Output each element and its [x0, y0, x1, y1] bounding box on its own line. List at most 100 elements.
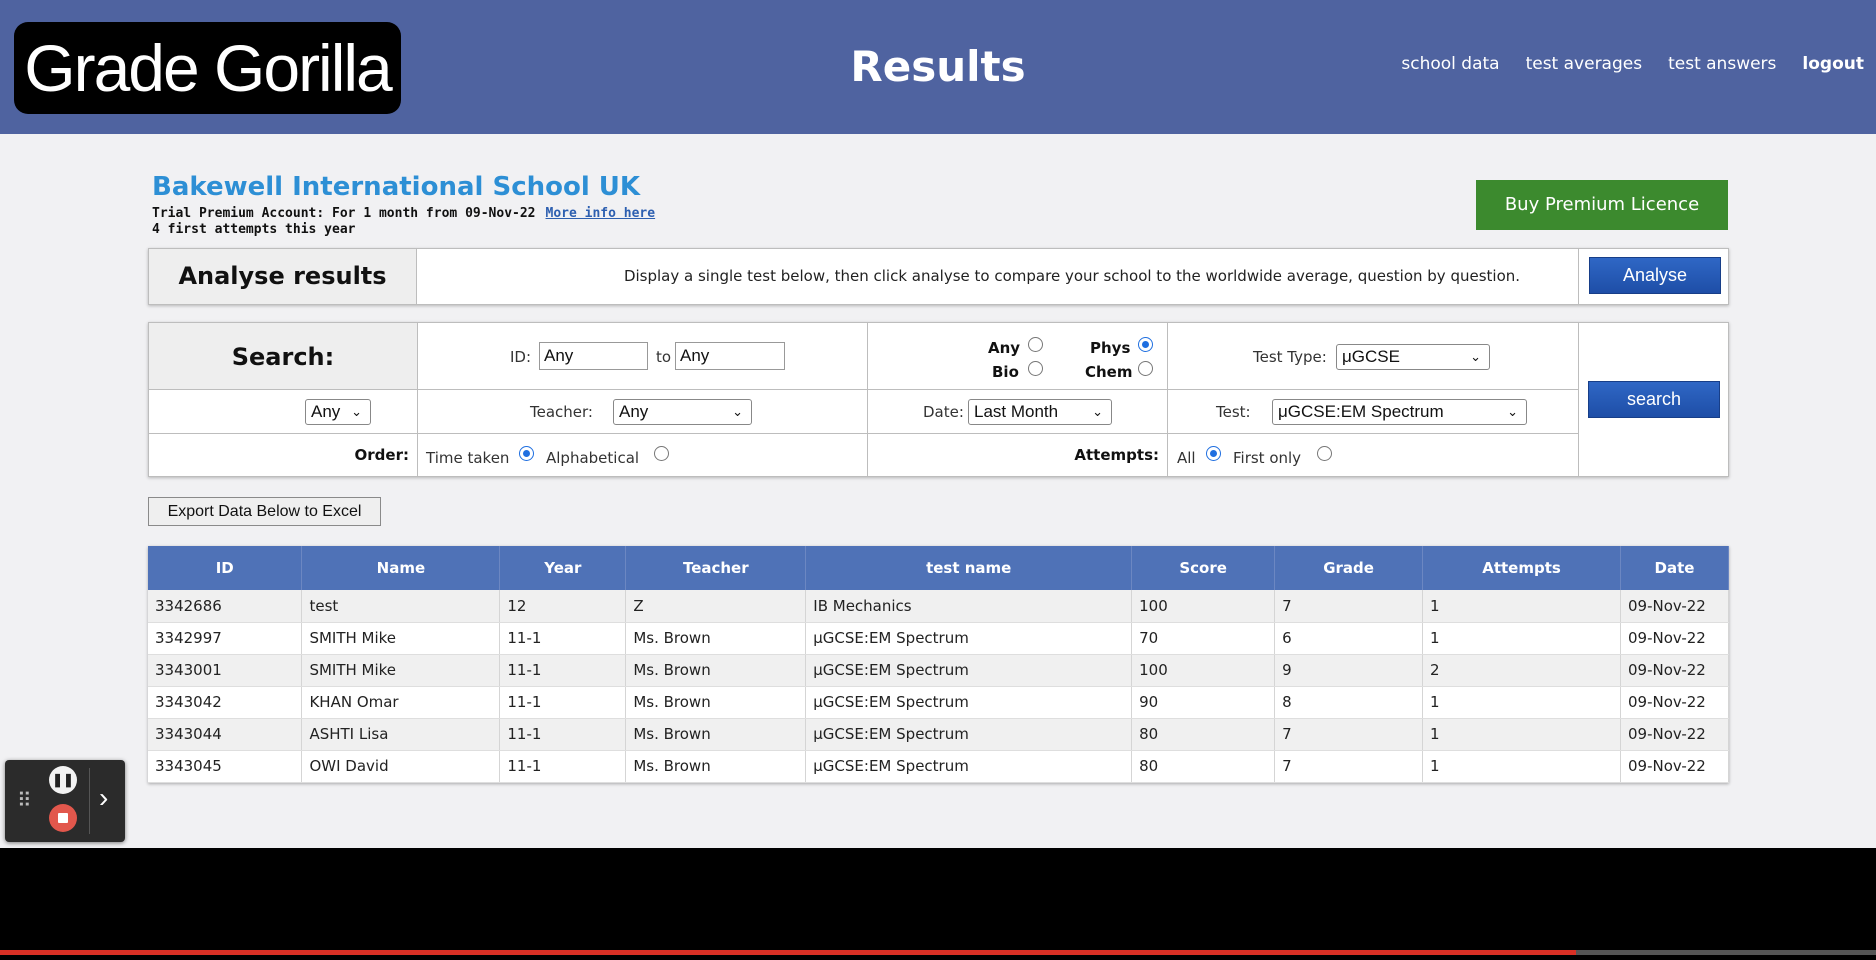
attempts-all-radio[interactable]	[1206, 446, 1221, 461]
cell-name: OWI David	[301, 750, 501, 783]
subject-any-radio[interactable]	[1028, 337, 1043, 352]
cell-test-name: μGCSE:EM Spectrum	[805, 686, 1133, 719]
analyse-panel: Analyse results Display a single test be…	[148, 248, 1729, 305]
col-attempts[interactable]: Attempts	[1422, 546, 1621, 590]
video-progress-bar[interactable]	[0, 950, 1876, 955]
col-test-name[interactable]: test name	[805, 546, 1133, 590]
cell-score: 100	[1131, 654, 1276, 687]
search-panel: Search: ID: Any to Any Any Phys Bio Chem…	[148, 322, 1729, 477]
chevron-down-icon: ⌄	[1092, 404, 1103, 419]
cell-name: ASHTI Lisa	[301, 718, 501, 751]
order-alpha-label: Alphabetical	[546, 449, 640, 467]
analyse-button[interactable]: Analyse	[1589, 257, 1721, 294]
table-row[interactable]: 3343001 SMITH Mike 11-1 Ms. Brown μGCSE:EM S…	[148, 654, 1730, 687]
table-row[interactable]: 3343044 ASHTI Lisa 11-1 Ms. Brown μGCSE:EM S…	[148, 718, 1730, 751]
chevron-down-icon: ⌄	[1507, 404, 1518, 419]
cell-attempts: 1	[1422, 686, 1621, 719]
cell-date: 09-Nov-22	[1620, 686, 1730, 719]
table-row[interactable]: 3343042 KHAN Omar 11-1 Ms. Brown μGCSE:EM Sp…	[148, 686, 1730, 719]
col-score[interactable]: Score	[1131, 546, 1276, 590]
test-cell: Test: μGCSE:EM Spectrum ⌄	[1168, 390, 1579, 434]
cell-attempts: 1	[1422, 718, 1621, 751]
export-excel-button[interactable]: Export Data Below to Excel	[148, 497, 381, 526]
year-value: Any	[311, 402, 341, 421]
test-type-value: μGCSE	[1342, 347, 1400, 366]
cell-grade: 9	[1274, 654, 1424, 687]
school-name: Bakewell International School UK	[152, 172, 641, 202]
attempts-cell: All First only	[1168, 434, 1579, 477]
cell-score: 90	[1131, 686, 1276, 719]
col-teacher[interactable]: Teacher	[625, 546, 807, 590]
date-select[interactable]: Last Month ⌄	[968, 399, 1112, 425]
col-year[interactable]: Year	[499, 546, 627, 590]
subject-bio-radio[interactable]	[1028, 361, 1043, 376]
cell-teacher: Ms. Brown	[625, 622, 807, 655]
cell-attempts: 1	[1422, 622, 1621, 655]
attempts-first-radio[interactable]	[1317, 446, 1332, 461]
test-type-cell: Test Type: μGCSE ⌄	[1168, 323, 1579, 390]
cell-date: 09-Nov-22	[1620, 718, 1730, 751]
col-name[interactable]: Name	[301, 546, 501, 590]
col-id[interactable]: ID	[148, 546, 303, 590]
teacher-label: Teacher:	[530, 403, 593, 421]
table-row[interactable]: 3343045 OWI David 11-1 Ms. Brown μGCSE:EM Sp…	[148, 750, 1730, 783]
table-row[interactable]: 3342686 test 12 Z IB Mechanics 100 7 1 09-Nov-22	[148, 590, 1730, 623]
cell-attempts: 2	[1422, 654, 1621, 687]
cell-name: KHAN Omar	[301, 686, 501, 719]
cell-test-name: μGCSE:EM Spectrum	[805, 750, 1133, 783]
teacher-cell: Teacher: Any ⌄	[418, 390, 868, 434]
nav-school-data[interactable]: school data	[1401, 54, 1499, 74]
cell-id: 3343045	[148, 750, 303, 783]
cell-year: 11-1	[499, 622, 627, 655]
cell-score: 100	[1131, 590, 1276, 623]
cell-grade: 7	[1274, 718, 1424, 751]
date-label: Date:	[923, 403, 964, 421]
chevron-down-icon: ⌄	[351, 404, 362, 419]
order-time-radio[interactable]	[519, 446, 534, 461]
nav-test-answers[interactable]: test answers	[1668, 54, 1776, 74]
more-info-link[interactable]: More info here	[546, 206, 656, 221]
table-row[interactable]: 3342997 SMITH Mike 11-1 Ms. Brown μGCSE:EM S…	[148, 622, 1730, 655]
attempts-first-label: First only	[1233, 449, 1302, 467]
chevron-right-icon[interactable]: ›	[99, 782, 108, 814]
subject-phys-radio[interactable]	[1138, 337, 1153, 352]
cell-teacher: Ms. Brown	[625, 750, 807, 783]
id-to-input[interactable]: Any	[675, 342, 785, 370]
cell-id: 3343042	[148, 686, 303, 719]
buy-premium-button[interactable]: Buy Premium Licence	[1476, 180, 1728, 230]
test-type-select[interactable]: μGCSE ⌄	[1336, 344, 1490, 370]
stop-icon[interactable]	[49, 804, 77, 832]
cell-year: 11-1	[499, 654, 627, 687]
nav-test-averages[interactable]: test averages	[1526, 54, 1643, 74]
test-select[interactable]: μGCSE:EM Spectrum ⌄	[1272, 399, 1527, 425]
video-progress-fill	[0, 950, 1576, 955]
id-range-cell: ID: Any to Any	[418, 323, 868, 390]
cell-teacher: Ms. Brown	[625, 654, 807, 687]
attempts-label: Attempts:	[1074, 446, 1159, 464]
trial-text: Trial Premium Account: For 1 month from …	[152, 206, 536, 221]
order-alpha-radio[interactable]	[654, 446, 669, 461]
drag-handle-icon[interactable]: ⠿	[17, 788, 32, 813]
nav-logout[interactable]: logout	[1802, 54, 1864, 74]
year-select[interactable]: Any ⌄	[305, 399, 371, 425]
cell-grade: 6	[1274, 622, 1424, 655]
search-button[interactable]: search	[1588, 381, 1720, 418]
cell-name: SMITH Mike	[301, 622, 501, 655]
chevron-down-icon: ⌄	[1470, 349, 1481, 364]
test-label: Test:	[1216, 403, 1251, 421]
pause-icon[interactable]: ❚❚	[49, 766, 77, 794]
cell-id: 3342997	[148, 622, 303, 655]
teacher-select[interactable]: Any ⌄	[613, 399, 752, 425]
divider	[89, 768, 90, 834]
cell-test-name: μGCSE:EM Spectrum	[805, 622, 1133, 655]
id-from-input[interactable]: Any	[539, 342, 648, 370]
subject-chem-radio[interactable]	[1138, 361, 1153, 376]
cell-year: 11-1	[499, 750, 627, 783]
order-label: Order:	[354, 446, 409, 464]
col-date[interactable]: Date	[1620, 546, 1730, 590]
id-to-label: to	[656, 348, 672, 366]
cell-score: 80	[1131, 718, 1276, 751]
chevron-down-icon: ⌄	[732, 404, 743, 419]
col-grade[interactable]: Grade	[1274, 546, 1424, 590]
results-body: 3342686 test 12 Z IB Mechanics 100 7 1 09-Nov-22…	[148, 590, 1730, 783]
